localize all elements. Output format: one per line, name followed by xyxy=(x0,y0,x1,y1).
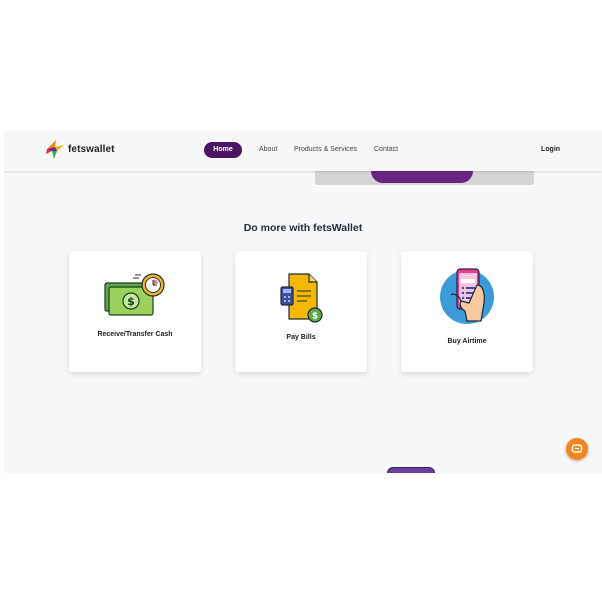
chat-button[interactable] xyxy=(566,438,588,460)
card-label: Receive/Transfer Cash xyxy=(97,331,173,338)
card-pay-bills[interactable]: $ Pay Bills xyxy=(235,251,367,372)
nav-home-button[interactable]: Home xyxy=(204,142,242,158)
svg-text:$: $ xyxy=(127,295,135,308)
brand-name: fetswallet xyxy=(68,143,115,155)
next-section-graphic xyxy=(387,467,435,473)
card-receive-transfer-cash[interactable]: $ Receive/Transfer Cash xyxy=(69,251,201,372)
brand-logo[interactable]: fetswallet xyxy=(44,138,115,160)
nav-products-link[interactable]: Products & Services xyxy=(294,142,357,158)
phone-airtime-icon xyxy=(401,265,533,325)
section-title: Do more with fetsWallet xyxy=(243,222,363,234)
top-navbar: fetswallet Home About Products & Service… xyxy=(4,130,602,171)
card-buy-airtime[interactable]: Buy Airtime xyxy=(401,251,533,372)
nav-about-link[interactable]: About xyxy=(259,142,277,158)
fetswallet-logo-icon xyxy=(46,140,64,159)
svg-text:$: $ xyxy=(312,312,318,322)
bill-icon: $ xyxy=(235,271,367,325)
nav-contact-link[interactable]: Contact xyxy=(374,142,398,158)
card-label: Pay Bills xyxy=(286,334,316,341)
card-label: Buy Airtime xyxy=(447,338,487,345)
chat-icon xyxy=(571,444,583,453)
cash-transfer-icon: $ xyxy=(69,271,201,319)
login-link[interactable]: Login xyxy=(541,142,560,158)
page-content: fetswallet Home About Products & Service… xyxy=(4,130,602,473)
